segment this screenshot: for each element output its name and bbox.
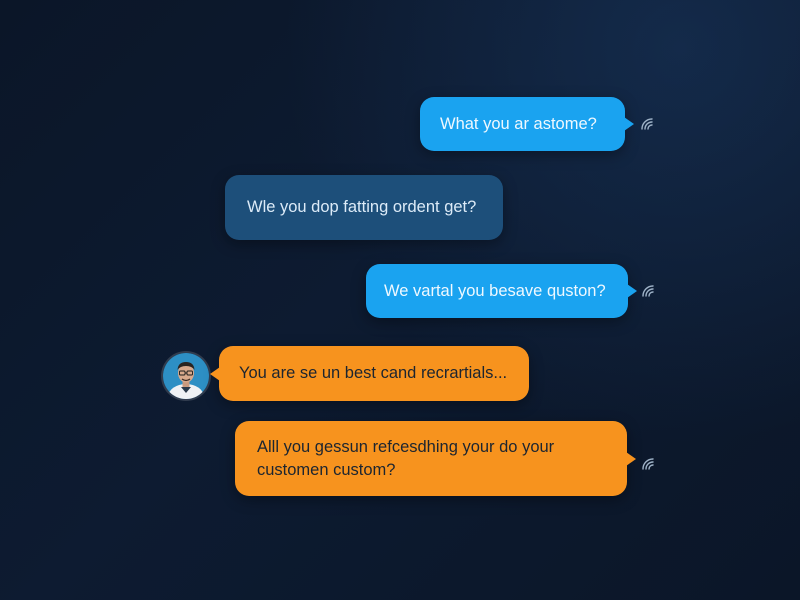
read-receipt-icon [642, 458, 654, 470]
person-avatar-icon [163, 353, 209, 399]
read-receipt-icon [642, 285, 654, 297]
user-avatar[interactable] [163, 353, 209, 399]
message-text: We vartal you besave quston? [384, 281, 606, 300]
message-bubble-outgoing[interactable]: We vartal you besave quston? [366, 264, 628, 318]
message-text: You are se un best cand recrartials... [239, 364, 508, 383]
message-bubble-outgoing[interactable]: Alll you gessun refcesdhing your do your… [235, 421, 627, 496]
message-bubble-incoming[interactable]: You are se un best cand recrartials... [219, 346, 529, 401]
message-text: Wle you dop fatting ordent get? [247, 198, 477, 217]
message-bubble-outgoing[interactable]: What you ar astome? [420, 97, 625, 151]
message-bubble-incoming[interactable]: Wle you dop fatting ordent get? [225, 175, 503, 240]
chat-area: What you ar astome? Wle you dop fatting … [0, 0, 800, 600]
message-text: What you ar astome? [440, 114, 597, 133]
read-receipt-icon [641, 118, 653, 130]
message-text: Alll you gessun refcesdhing your do your… [257, 438, 555, 479]
